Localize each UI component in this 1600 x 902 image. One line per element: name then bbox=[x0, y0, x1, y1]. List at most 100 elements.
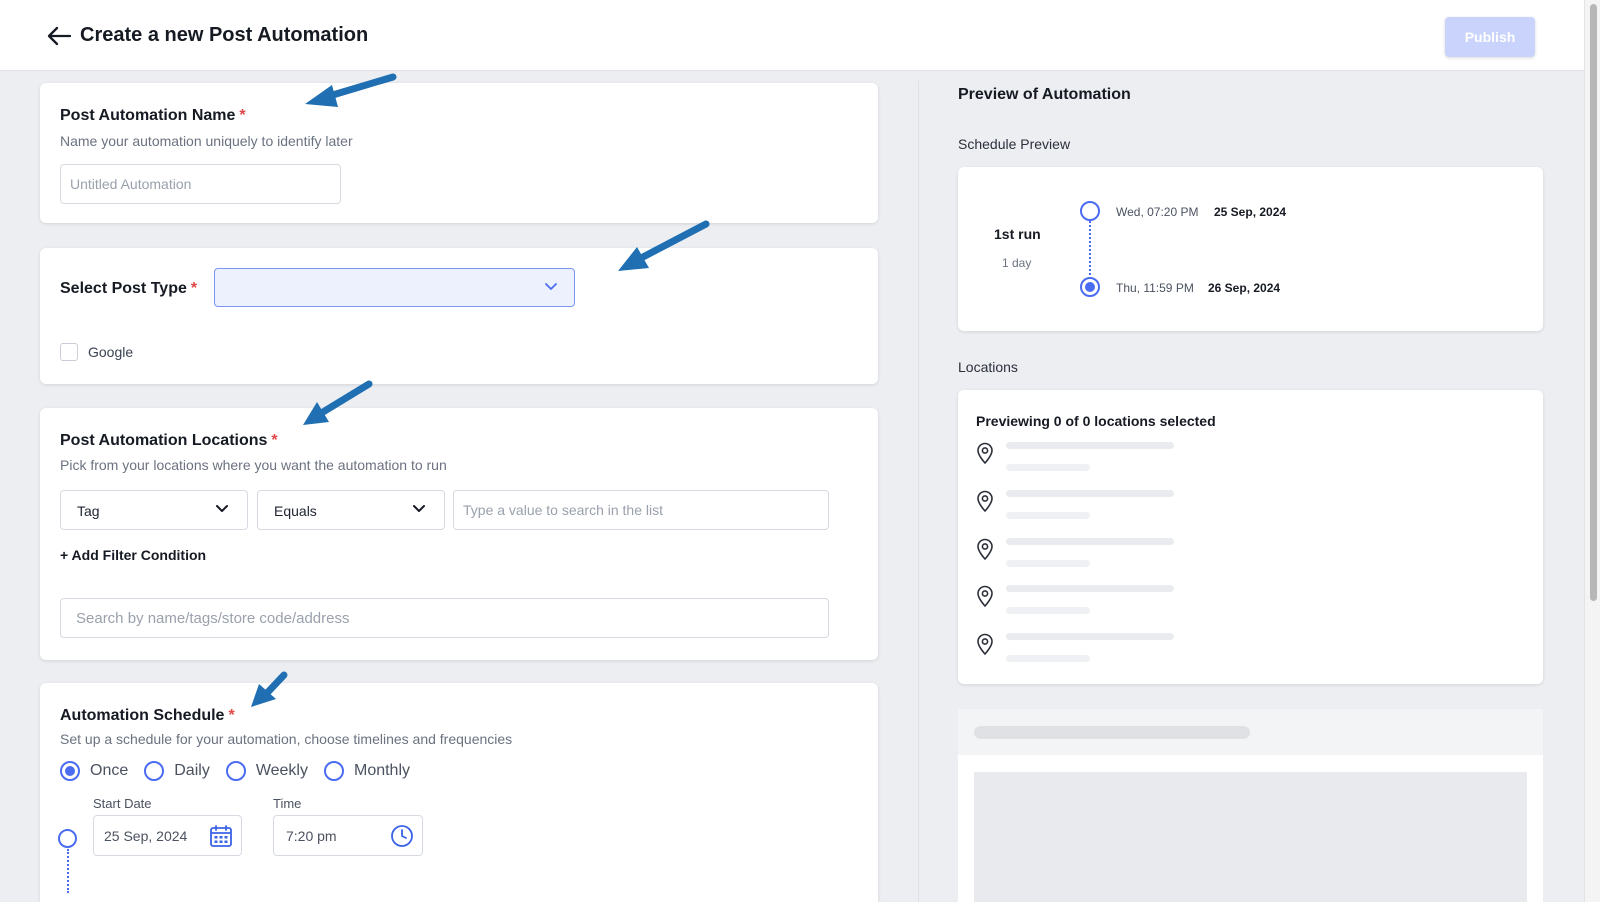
locations-card: Post Automation Locations * Pick from you… bbox=[40, 408, 878, 660]
run-duration: 1 day bbox=[1002, 256, 1032, 270]
post-type-title: Select Post Type * bbox=[60, 280, 197, 298]
skeleton-line bbox=[1006, 442, 1174, 449]
frequency-monthly-label: Monthly bbox=[353, 762, 411, 779]
skeleton-line bbox=[1006, 560, 1090, 567]
calendar-icon[interactable] bbox=[209, 824, 233, 848]
location-pin-icon bbox=[977, 538, 993, 560]
page-title: Create a new Post Automation bbox=[80, 24, 369, 46]
radio-selected-icon bbox=[60, 761, 80, 781]
publish-button[interactable]: Publish bbox=[1445, 17, 1535, 57]
skeleton-line bbox=[1006, 655, 1090, 662]
schedule-timeline-dot bbox=[58, 829, 77, 848]
automation-name-card: Post Automation Name * Name your automati… bbox=[40, 83, 878, 223]
skeleton-line bbox=[1006, 490, 1174, 497]
radio-icon bbox=[323, 761, 344, 781]
page-scrollbar[interactable] bbox=[1584, 0, 1600, 902]
start-date-picker[interactable]: 25 Sep, 2024 bbox=[93, 815, 242, 856]
location-pin-icon bbox=[977, 442, 993, 464]
schedule-subtitle: Set up a schedule for your automation, c… bbox=[60, 731, 513, 747]
post-preview-skeleton bbox=[958, 709, 1543, 902]
radio-icon bbox=[225, 761, 246, 781]
frequency-radio-group: Once Daily Weekly Monthly bbox=[60, 760, 426, 782]
time-label: Time bbox=[273, 796, 302, 811]
skeleton-line bbox=[1006, 538, 1174, 545]
time-value: 7:20 pm bbox=[286, 828, 337, 844]
automation-name-title: Post Automation Name * bbox=[60, 107, 246, 125]
required-mark: * bbox=[228, 707, 235, 724]
run-end-dot bbox=[1080, 277, 1100, 297]
skeleton-image bbox=[974, 772, 1527, 902]
location-pin-icon bbox=[977, 490, 993, 512]
schedule-preview-card: 1st run 1 day Wed, 07:20 PM 25 Sep, 2024… bbox=[958, 167, 1543, 331]
google-checkbox[interactable] bbox=[60, 343, 78, 361]
run-start-dot bbox=[1080, 201, 1100, 221]
filter-value-input[interactable] bbox=[453, 490, 829, 530]
filter-operator-value: Equals bbox=[274, 503, 317, 519]
run-start-date: 25 Sep, 2024 bbox=[1214, 205, 1287, 219]
schedule-timeline-line bbox=[67, 849, 69, 893]
filter-field-dropdown[interactable]: Tag bbox=[60, 490, 248, 530]
frequency-daily[interactable]: Daily bbox=[144, 761, 210, 781]
automation-name-subtitle: Name your automation uniquely to identif… bbox=[60, 133, 353, 149]
schedule-title: Automation Schedule * bbox=[60, 707, 235, 725]
location-placeholder-row bbox=[976, 633, 1276, 673]
location-pin-icon bbox=[977, 633, 993, 655]
post-type-title-text: Select Post Type bbox=[60, 280, 187, 297]
location-pin-icon bbox=[977, 585, 993, 607]
skeleton-line bbox=[1006, 512, 1090, 519]
start-date-value: 25 Sep, 2024 bbox=[104, 828, 188, 844]
automation-name-input[interactable] bbox=[60, 164, 341, 204]
chevron-down-icon bbox=[545, 283, 557, 290]
chevron-down-icon bbox=[216, 505, 228, 512]
required-mark: * bbox=[271, 432, 278, 449]
frequency-weekly[interactable]: Weekly bbox=[225, 761, 308, 781]
location-placeholder-row bbox=[976, 442, 1276, 482]
required-mark: * bbox=[239, 107, 246, 124]
schedule-title-text: Automation Schedule bbox=[60, 707, 225, 724]
locations-title: Post Automation Locations * bbox=[60, 432, 278, 450]
filter-field-value: Tag bbox=[77, 503, 100, 519]
schedule-card: Automation Schedule * Set up a schedule f… bbox=[40, 683, 878, 902]
locations-preview-label: Locations bbox=[958, 359, 1018, 375]
frequency-daily-label: Daily bbox=[174, 762, 210, 779]
location-placeholder-row bbox=[976, 490, 1276, 530]
time-picker[interactable]: 7:20 pm bbox=[273, 815, 423, 856]
run-label: 1st run bbox=[994, 226, 1041, 242]
arrow-left-icon[interactable] bbox=[46, 24, 72, 48]
location-placeholder-row bbox=[976, 538, 1276, 578]
post-type-select[interactable] bbox=[214, 268, 575, 307]
location-placeholder-row bbox=[976, 585, 1276, 625]
location-search-input[interactable] bbox=[60, 598, 829, 638]
locations-subtitle: Pick from your locations where you want … bbox=[60, 457, 447, 473]
clock-icon[interactable] bbox=[390, 824, 414, 848]
locations-preview-heading: Previewing 0 of 0 locations selected bbox=[976, 413, 1216, 429]
run-start-time: Wed, 07:20 PM bbox=[1116, 205, 1199, 219]
radio-icon bbox=[144, 761, 165, 781]
scrollbar-thumb[interactable] bbox=[1590, 4, 1597, 601]
run-end-time: Thu, 11:59 PM bbox=[1116, 281, 1194, 295]
add-filter-condition-button[interactable]: + Add Filter Condition bbox=[60, 547, 206, 563]
preview-title: Preview of Automation bbox=[958, 86, 1131, 103]
frequency-monthly[interactable]: Monthly bbox=[323, 761, 411, 781]
column-divider bbox=[918, 81, 919, 902]
frequency-weekly-label: Weekly bbox=[255, 762, 308, 779]
post-type-card: Select Post Type * Google bbox=[40, 248, 878, 384]
start-date-label: Start Date bbox=[93, 796, 152, 811]
locations-preview-card: Previewing 0 of 0 locations selected bbox=[958, 390, 1543, 684]
skeleton-line bbox=[1006, 464, 1090, 471]
skeleton-line bbox=[974, 726, 1250, 739]
run-timeline-line bbox=[1089, 221, 1091, 275]
skeleton-header bbox=[958, 709, 1543, 755]
locations-title-text: Post Automation Locations bbox=[60, 432, 268, 449]
frequency-once[interactable]: Once bbox=[60, 761, 128, 781]
google-checkbox-label: Google bbox=[88, 344, 134, 360]
skeleton-line bbox=[1006, 607, 1090, 614]
schedule-preview-label: Schedule Preview bbox=[958, 136, 1071, 152]
filter-operator-dropdown[interactable]: Equals bbox=[257, 490, 445, 530]
page-header: Create a new Post Automation Publish bbox=[0, 0, 1584, 71]
chevron-down-icon bbox=[413, 505, 425, 512]
skeleton-line bbox=[1006, 633, 1174, 640]
required-mark: * bbox=[190, 280, 198, 297]
skeleton-line bbox=[1006, 585, 1174, 592]
automation-name-title-text: Post Automation Name bbox=[60, 107, 236, 124]
